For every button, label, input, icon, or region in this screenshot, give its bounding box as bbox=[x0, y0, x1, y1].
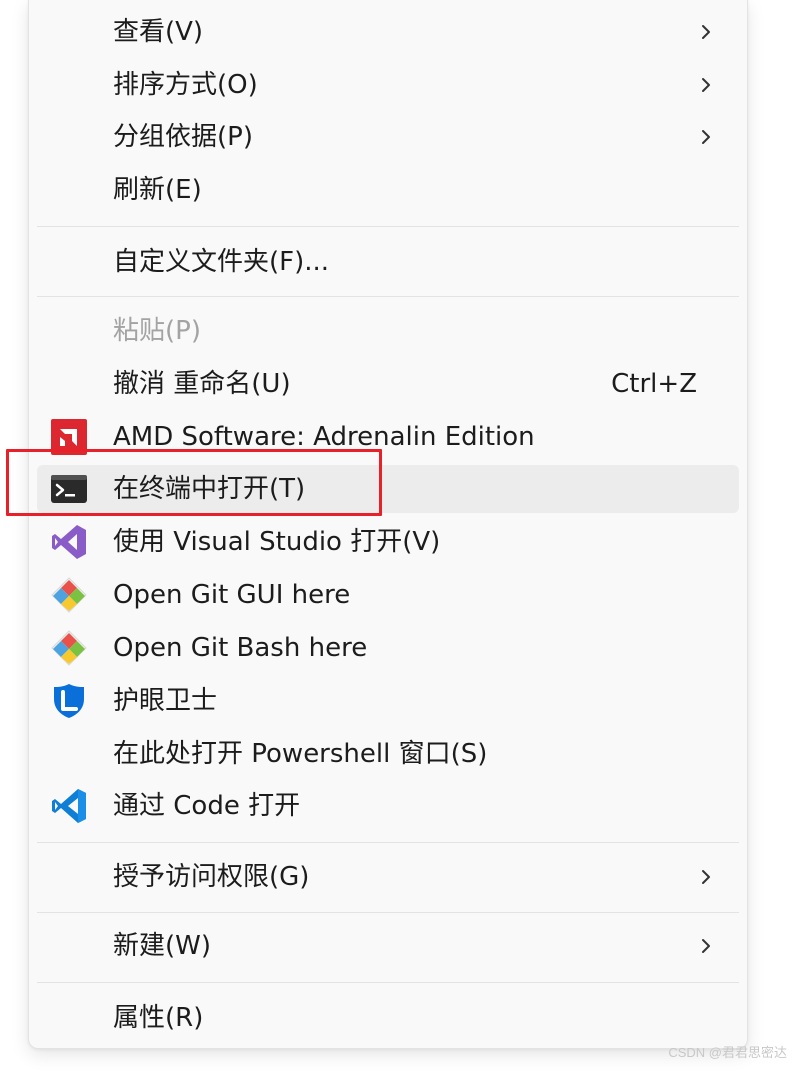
chevron-right-icon bbox=[702, 870, 710, 884]
menu-item-eye-protection[interactable]: 护眼卫士 bbox=[37, 677, 739, 725]
chevron-right-icon bbox=[702, 939, 710, 953]
eye-protection-icon bbox=[54, 684, 84, 718]
menu-item-open-powershell[interactable]: 在此处打开 Powershell 窗口(S) bbox=[37, 730, 739, 778]
menu-item-label: 护眼卫士 bbox=[113, 686, 218, 716]
menu-item-label: 新建(W) bbox=[113, 931, 211, 961]
menu-item-view[interactable]: 查看(V) bbox=[37, 8, 739, 56]
menu-item-label: 在此处打开 Powershell 窗口(S) bbox=[113, 739, 488, 769]
menu-item-open-git-bash[interactable]: Open Git Bash here bbox=[37, 624, 739, 672]
vscode-icon bbox=[52, 789, 86, 823]
annotation-highlight-box bbox=[6, 449, 382, 516]
context-menu: 查看(V) 排序方式(O) 分组依据(P) 刷新(E) 自定义文件夹(F)...… bbox=[28, 0, 748, 1049]
menu-separator bbox=[37, 842, 739, 843]
menu-item-label: 属性(R) bbox=[113, 1003, 204, 1033]
menu-item-label: 通过 Code 打开 bbox=[113, 791, 301, 821]
watermark: CSDN @君君思密达 bbox=[668, 1045, 787, 1060]
menu-item-paste: 粘贴(P) bbox=[37, 307, 739, 355]
menu-item-label: AMD Software: Adrenalin Edition bbox=[113, 422, 535, 452]
menu-item-refresh[interactable]: 刷新(E) bbox=[37, 166, 739, 214]
menu-item-label: 授予访问权限(G) bbox=[113, 862, 310, 892]
menu-item-undo-rename[interactable]: 撤消 重命名(U) Ctrl+Z bbox=[37, 360, 739, 408]
menu-item-label: 撤消 重命名(U) bbox=[113, 369, 291, 399]
menu-item-group-by[interactable]: 分组依据(P) bbox=[37, 113, 739, 161]
menu-item-label: 自定义文件夹(F)... bbox=[113, 247, 330, 277]
menu-item-label: 分组依据(P) bbox=[113, 122, 253, 152]
menu-item-open-with-code[interactable]: 通过 Code 打开 bbox=[37, 782, 739, 830]
menu-separator bbox=[37, 912, 739, 913]
menu-item-label: 查看(V) bbox=[113, 17, 204, 47]
menu-item-label: Open Git GUI here bbox=[113, 580, 351, 610]
menu-item-label: 排序方式(O) bbox=[113, 70, 258, 100]
menu-item-sort-by[interactable]: 排序方式(O) bbox=[37, 61, 739, 109]
menu-item-shortcut: Ctrl+Z bbox=[611, 369, 697, 399]
git-gui-icon bbox=[51, 577, 87, 613]
menu-item-properties[interactable]: 属性(R) bbox=[37, 994, 739, 1042]
chevron-right-icon bbox=[702, 78, 710, 92]
menu-item-new[interactable]: 新建(W) bbox=[37, 922, 739, 970]
menu-item-grant-access[interactable]: 授予访问权限(G) bbox=[37, 853, 739, 901]
git-bash-icon bbox=[51, 630, 87, 666]
visual-studio-icon bbox=[52, 525, 86, 559]
menu-item-open-with-visual-studio[interactable]: 使用 Visual Studio 打开(V) bbox=[37, 518, 739, 566]
chevron-right-icon bbox=[702, 130, 710, 144]
menu-separator bbox=[37, 226, 739, 227]
menu-separator bbox=[37, 296, 739, 297]
menu-item-customize-folder[interactable]: 自定义文件夹(F)... bbox=[37, 238, 739, 286]
menu-item-label: 刷新(E) bbox=[113, 175, 202, 205]
menu-item-label: Open Git Bash here bbox=[113, 633, 368, 663]
menu-separator bbox=[37, 982, 739, 983]
chevron-right-icon bbox=[702, 25, 710, 39]
menu-item-label: 使用 Visual Studio 打开(V) bbox=[113, 527, 441, 557]
menu-item-open-git-gui[interactable]: Open Git GUI here bbox=[37, 571, 739, 619]
menu-item-label: 粘贴(P) bbox=[113, 316, 201, 346]
